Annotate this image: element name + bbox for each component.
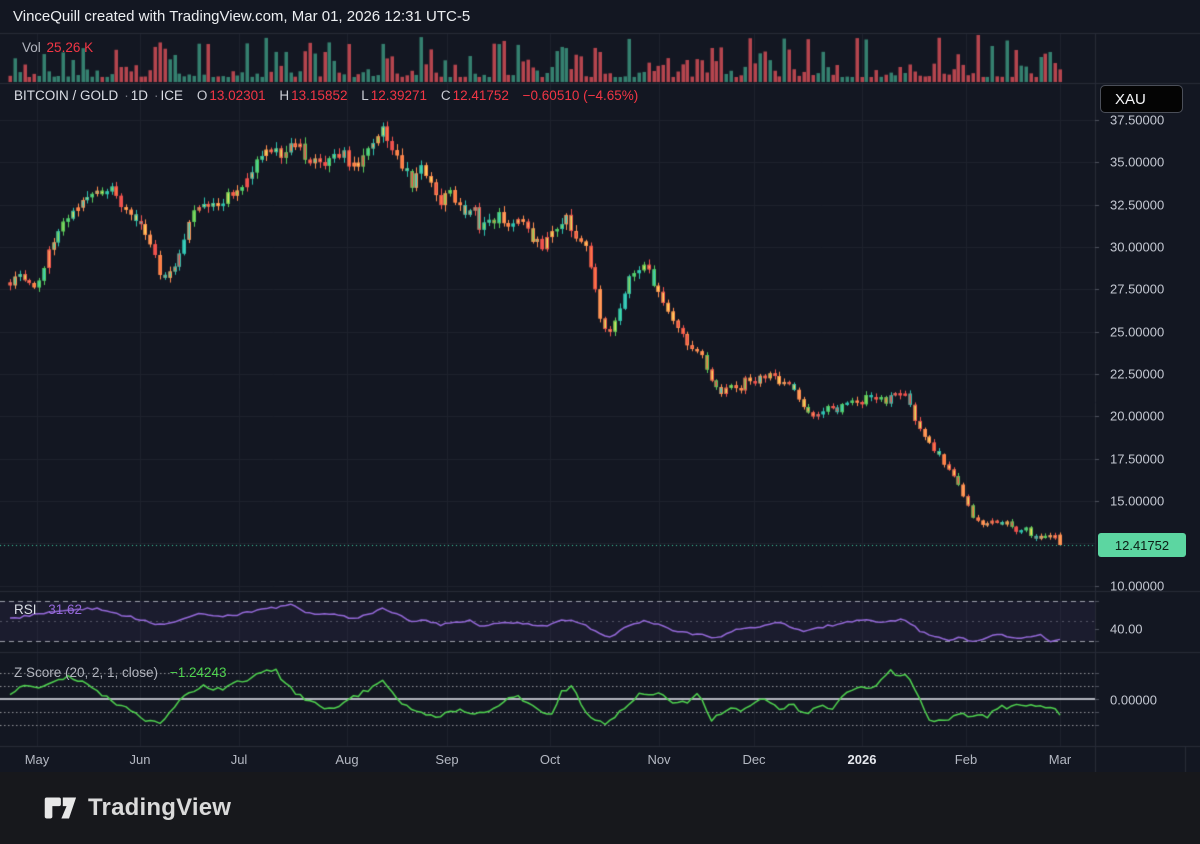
footer-bar: TradingView [0, 772, 1200, 844]
price-axis-label: 15.00000 [1110, 494, 1164, 509]
volume-label: Vol [22, 40, 41, 55]
brand-name: TradingView [88, 794, 231, 822]
price-axis-label: 37.50000 [1110, 113, 1164, 128]
rsi-value: 31.62 [48, 602, 82, 617]
price-scale[interactable]: 37.50000 35.00000 32.50000 30.00000 27.50000… [1095, 30, 1200, 746]
time-axis-label: Jun [130, 746, 151, 773]
symbol-badge[interactable]: XAU [1100, 85, 1183, 113]
tradingview-chart-screen: VinceQuill created with TradingView.com,… [0, 0, 1200, 844]
attribution-header: VinceQuill created with TradingView.com,… [0, 0, 1200, 31]
price-axis-label: 10.00000 [1110, 579, 1164, 594]
price-axis-label: 32.50000 [1110, 198, 1164, 213]
high-value: 13.15852 [291, 88, 347, 103]
time-axis-label: Aug [335, 746, 358, 773]
time-axis-label: Feb [955, 746, 977, 773]
low-label: L [361, 88, 369, 103]
rsi-axis-label: 40.00 [1110, 622, 1143, 637]
time-axis-label: Mar [1049, 746, 1071, 773]
symbol-legend[interactable]: BITCOIN / GOLD·1D·ICE O13.02301 H13.1585… [14, 88, 640, 103]
rsi-legend[interactable]: RSI 31.62 [14, 602, 84, 617]
time-axis-label: Dec [742, 746, 765, 773]
zscore-legend[interactable]: Z Score (20, 2, 1, close) −1.24243 [14, 665, 229, 680]
tradingview-link[interactable]: TradingView [40, 793, 231, 823]
legend-separator: · [154, 88, 159, 103]
open-value: 13.02301 [209, 88, 265, 103]
time-axis-label: May [25, 746, 50, 773]
zscore-label: Z Score (20, 2, 1, close) [14, 665, 158, 680]
high-label: H [279, 88, 289, 103]
price-axis-label: 30.00000 [1110, 240, 1164, 255]
price-axis-label: 27.50000 [1110, 282, 1164, 297]
last-price-badge: 12.41752 [1098, 533, 1186, 557]
zscore-axis-label: 0.00000 [1110, 693, 1157, 708]
low-value: 12.39271 [371, 88, 427, 103]
close-value: 12.41752 [453, 88, 509, 103]
zscore-value: −1.24243 [170, 665, 227, 680]
exchange-label: ICE [161, 88, 184, 103]
open-label: O [197, 88, 208, 103]
time-axis-label: Sep [435, 746, 458, 773]
price-axis-label: 22.50000 [1110, 367, 1164, 382]
close-label: C [441, 88, 451, 103]
symbol-title: BITCOIN / GOLD [14, 88, 118, 103]
time-axis-label: 2026 [848, 746, 877, 773]
price-axis-label: 35.00000 [1110, 155, 1164, 170]
time-axis-label: Oct [540, 746, 560, 773]
tradingview-logo-icon [40, 793, 78, 823]
price-axis-label: 25.00000 [1110, 325, 1164, 340]
chart-canvas[interactable] [0, 30, 1200, 772]
volume-legend[interactable]: Vol 25.26 K [22, 40, 95, 55]
volume-value: 25.26 K [47, 40, 94, 55]
price-axis-label: 20.00000 [1110, 409, 1164, 424]
interval-label: 1D [131, 88, 148, 103]
time-axis-label: Jul [231, 746, 248, 773]
price-axis-label: 17.50000 [1110, 452, 1164, 467]
legend-separator: · [124, 88, 129, 103]
time-scale[interactable]: May Jun Jul Aug Sep Oct Nov Dec 2026 Feb Mar [0, 746, 1200, 772]
change-value: −0.60510 (−4.65%) [523, 88, 639, 103]
rsi-label: RSI [14, 602, 37, 617]
time-axis-label: Nov [647, 746, 670, 773]
